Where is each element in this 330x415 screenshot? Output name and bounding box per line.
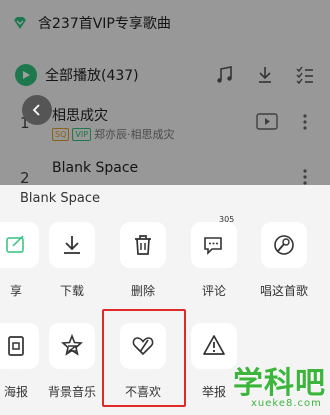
sing-label: 唱这首歌: [259, 284, 308, 298]
trash-icon: [135, 235, 151, 255]
warning-icon: [203, 335, 225, 355]
highlight-box: [102, 309, 186, 407]
poster-icon: [8, 336, 24, 356]
chevron-left-icon: [32, 104, 40, 116]
download-label: 下载: [59, 284, 84, 298]
back-button[interactable]: [22, 95, 52, 125]
poster-action[interactable]: 海报: [0, 323, 46, 413]
watermark-url: xueke8.com: [251, 398, 322, 409]
comment-label: 评论: [201, 284, 226, 298]
bgm-label: 背景音乐: [47, 385, 96, 399]
watermark: 学科吧 xueke8.com: [225, 356, 329, 414]
comment-action[interactable]: 305 评论: [184, 215, 244, 312]
download-icon: [64, 236, 80, 254]
comment-icon: [204, 237, 222, 255]
delete-action[interactable]: 删除: [113, 222, 173, 312]
comment-count: 305: [219, 215, 235, 224]
sheet-title: Blank Space: [20, 191, 101, 206]
bgm-action[interactable]: 背景音乐: [42, 323, 102, 413]
sing-tile: [261, 222, 307, 268]
sing-icon: [274, 235, 294, 255]
dim-overlay[interactable]: [0, 0, 330, 185]
download-tile: [49, 222, 95, 268]
comment-tile: [191, 222, 237, 268]
delete-tile: [120, 222, 166, 268]
download-action[interactable]: 下载: [42, 222, 102, 312]
share-icon: [6, 235, 24, 253]
poster-tile: [0, 323, 39, 369]
share-tile: [0, 222, 39, 268]
poster-label: 海报: [3, 385, 28, 399]
bgm-tile: [49, 323, 95, 369]
sing-action[interactable]: 唱这首歌: [254, 222, 314, 312]
delete-label: 删除: [130, 284, 155, 298]
bgm-icon: [61, 333, 83, 356]
share-label: 享: [9, 284, 22, 298]
watermark-text: 学科吧: [233, 366, 326, 401]
share-action[interactable]: 享: [0, 222, 46, 312]
